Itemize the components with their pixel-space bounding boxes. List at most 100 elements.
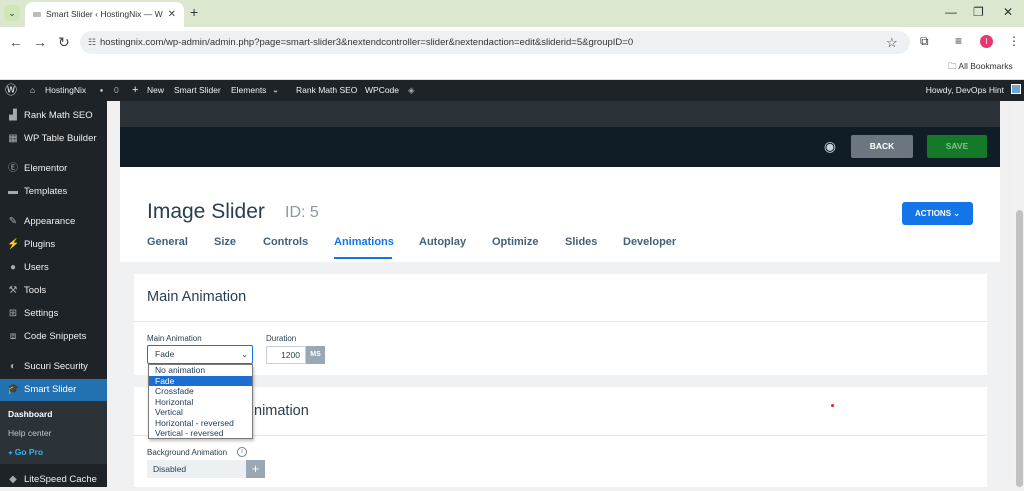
- option-crossfade[interactable]: Crossfade: [149, 386, 252, 397]
- plugin-icon: ⚡: [7, 239, 20, 250]
- divider: [134, 435, 987, 436]
- diamond-icon[interactable]: ◈: [408, 80, 415, 101]
- adminbar-smart-slider-link[interactable]: Smart Slider: [174, 80, 221, 101]
- sidebar-item-code-snippets[interactable]: ⧈ Code Snippets: [0, 326, 107, 348]
- main-animation-label: Main Animation: [147, 334, 202, 343]
- adminbar-wpcode-link[interactable]: WPCode: [365, 80, 399, 101]
- sidebar-item-tools[interactable]: ⚒ Tools: [0, 280, 107, 302]
- sidebar-item-plugins[interactable]: ⚡ Plugins: [0, 234, 107, 256]
- tab-favicon-icon: [33, 12, 41, 17]
- tab-size[interactable]: Size: [214, 236, 236, 248]
- adminbar-elements-link[interactable]: Elements: [231, 80, 266, 101]
- main-animation-select[interactable]: Fade ⌄: [147, 345, 253, 364]
- slider-id: ID: 5: [285, 204, 319, 221]
- howdy-user-link[interactable]: Howdy, DevOps Hint: [926, 80, 1004, 101]
- new-content-link[interactable]: New: [147, 80, 164, 101]
- actions-button[interactable]: ACTIONS ⌄: [902, 202, 973, 225]
- main-animation-card: Main Animation: [134, 274, 987, 375]
- scrollbar-thumb[interactable]: [1016, 210, 1023, 487]
- url-field[interactable]: ☷ hostingnix.com/wp-admin/admin.php?page…: [80, 31, 910, 54]
- divider: [134, 321, 987, 322]
- sidebar-item-appearance[interactable]: ✎ Appearance: [0, 211, 107, 233]
- sidebar-item-templates[interactable]: ▬ Templates: [0, 181, 107, 203]
- submenu-help-center[interactable]: Help center: [0, 424, 107, 443]
- wp-admin-bar: Ⓦ ⌂ HostingNix ▪ 0 + New Smart Slider El…: [0, 80, 1024, 101]
- sidebar-item-label: Smart Slider: [24, 384, 77, 395]
- option-vertical[interactable]: Vertical: [149, 407, 252, 418]
- option-horizontal[interactable]: Horizontal: [149, 397, 252, 408]
- back-arrow-icon[interactable]: ←: [9, 34, 23, 50]
- tab-developer[interactable]: Developer: [623, 236, 676, 248]
- browser-menu-icon[interactable]: ⋮: [1008, 34, 1020, 48]
- user-avatar[interactable]: [1011, 84, 1021, 94]
- extensions-icon[interactable]: ⧉: [920, 34, 929, 49]
- close-tab-icon[interactable]: ✕: [168, 2, 176, 27]
- new-tab-button[interactable]: +: [190, 4, 198, 20]
- site-info-icon[interactable]: ☷: [88, 31, 96, 54]
- sidebar-item-sucuri[interactable]: ◐ Sucuri Security: [0, 356, 107, 378]
- tab-general[interactable]: General: [147, 236, 188, 248]
- adminbar-rank-math-link[interactable]: Rank Math SEO: [296, 80, 357, 101]
- reading-list-icon[interactable]: ≡: [955, 34, 962, 48]
- duration-input[interactable]: 1200: [266, 346, 306, 364]
- minimize-icon[interactable]: —: [945, 5, 957, 19]
- editor-top-strip: [120, 101, 1000, 127]
- submenu-go-pro[interactable]: ✦ Go Pro: [0, 443, 107, 462]
- add-background-animation-button[interactable]: +: [246, 460, 265, 478]
- active-tab-indicator: [334, 257, 392, 259]
- tab-slides[interactable]: Slides: [565, 236, 597, 248]
- submenu-dashboard[interactable]: Dashboard: [0, 405, 107, 424]
- tab-controls[interactable]: Controls: [263, 236, 308, 248]
- site-name-link[interactable]: HostingNix: [45, 80, 86, 101]
- home-icon[interactable]: ⌂: [30, 80, 35, 101]
- main-animation-value: Fade: [155, 349, 175, 359]
- sidebar-item-rank-math[interactable]: ▟ Rank Math SEO: [0, 105, 107, 127]
- sidebar-item-wp-table-builder[interactable]: ▦ WP Table Builder: [0, 128, 107, 150]
- background-animation-field[interactable]: Disabled: [147, 460, 246, 478]
- sidebar-item-label: Rank Math SEO: [24, 110, 93, 121]
- back-button[interactable]: BACK: [851, 135, 913, 158]
- sidebar-item-label: Settings: [24, 308, 59, 319]
- all-bookmarks-label: All Bookmarks: [958, 61, 1013, 71]
- sparkle-icon: ✦: [8, 451, 15, 457]
- bookmark-star-icon[interactable]: ☆: [886, 35, 898, 51]
- sidebar-item-elementor[interactable]: Ⓔ Elementor: [0, 158, 107, 180]
- user-icon: ●: [9, 262, 17, 273]
- sidebar-item-label: Tools: [24, 285, 47, 296]
- wrench-icon: ⚒: [8, 285, 18, 296]
- brush-icon: ✎: [8, 216, 18, 227]
- settings-icon: ⊞: [8, 308, 18, 319]
- duration-unit: MS: [306, 346, 325, 364]
- sidebar-item-settings[interactable]: ⊞ Settings: [0, 303, 107, 325]
- reload-icon[interactable]: ↻: [58, 34, 70, 51]
- browser-tab[interactable]: Smart Slider ‹ HostingNix — W ✕: [25, 2, 184, 27]
- plus-icon: +: [132, 84, 139, 96]
- save-button[interactable]: SAVE: [927, 135, 987, 158]
- sidebar-item-users[interactable]: ● Users: [0, 257, 107, 279]
- tab-animations[interactable]: Animations: [334, 236, 394, 248]
- main-animation-dropdown: No animation Fade Crossfade Horizontal V…: [148, 364, 253, 439]
- background-animation-heading: nimation: [254, 403, 309, 419]
- all-bookmarks-button[interactable]: 🗀 All Bookmarks: [948, 61, 1013, 75]
- info-icon[interactable]: i: [237, 447, 247, 457]
- option-fade[interactable]: Fade: [149, 375, 252, 386]
- forward-arrow-icon[interactable]: →: [33, 34, 47, 50]
- option-horizontal-reversed[interactable]: Horizontal - reversed: [149, 418, 252, 429]
- sidebar-item-litespeed[interactable]: ◆ LiteSpeed Cache: [0, 469, 107, 491]
- duration-label: Duration: [266, 334, 297, 343]
- sidebar-item-smart-slider[interactable]: 🎓 Smart Slider: [0, 379, 107, 401]
- rank-math-icon: ▟: [9, 110, 17, 121]
- option-no-animation[interactable]: No animation: [149, 365, 252, 376]
- option-vertical-reversed[interactable]: Vertical - reversed: [149, 428, 252, 439]
- preview-eye-icon[interactable]: ◉: [821, 137, 839, 155]
- profile-avatar[interactable]: I: [980, 35, 993, 48]
- tab-autoplay[interactable]: Autoplay: [419, 236, 466, 248]
- main-animation-heading: Main Animation: [147, 289, 247, 305]
- comments-icon[interactable]: ▪: [100, 80, 103, 101]
- wordpress-logo-icon[interactable]: Ⓦ: [5, 80, 17, 101]
- red-dot: [831, 404, 834, 407]
- tab-search-button[interactable]: ⌄: [4, 5, 20, 21]
- tab-optimize[interactable]: Optimize: [492, 236, 538, 248]
- restore-icon[interactable]: ❐: [973, 5, 984, 19]
- close-window-icon[interactable]: ✕: [1003, 5, 1013, 19]
